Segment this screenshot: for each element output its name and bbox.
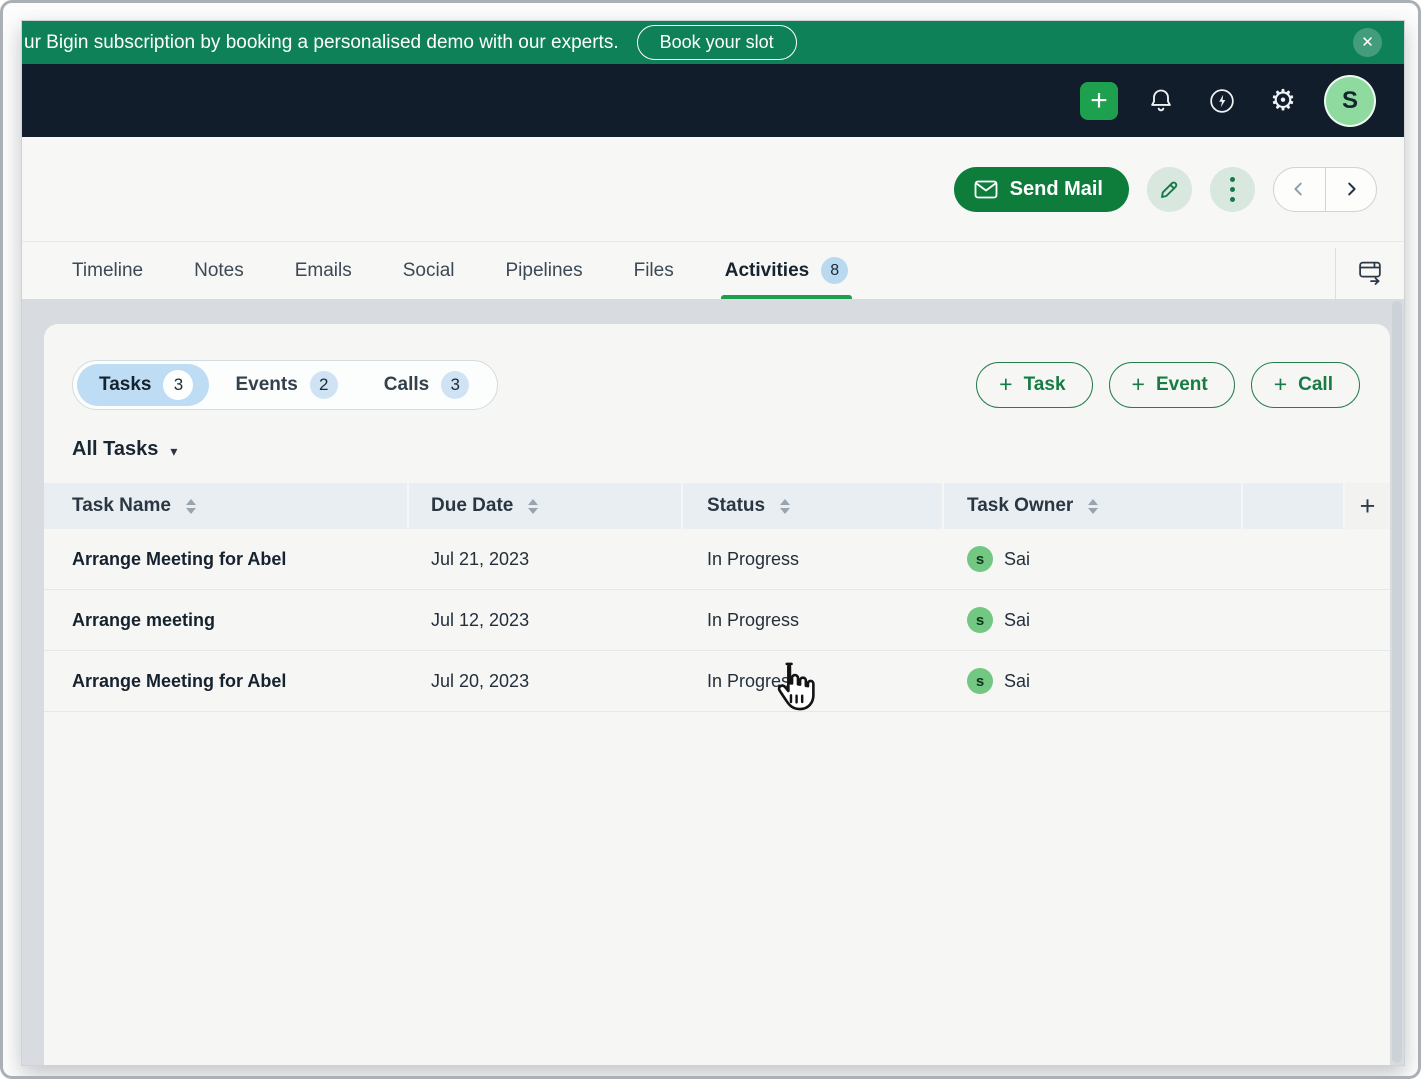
tab-files[interactable]: Files xyxy=(634,242,674,299)
more-actions-button[interactable] xyxy=(1210,166,1255,212)
tasks-count-badge: 3 xyxy=(163,370,194,400)
owner-avatar: s xyxy=(967,668,993,694)
segment-tasks[interactable]: Tasks 3 xyxy=(77,364,210,406)
table-row[interactable]: Arrange Meeting for Abel Jul 21, 2023 In… xyxy=(44,529,1390,590)
send-mail-button[interactable]: Send Mail xyxy=(953,166,1129,212)
next-record-button[interactable] xyxy=(1326,168,1377,211)
add-call-button[interactable]: + Call xyxy=(1250,362,1360,408)
task-view-dropdown[interactable]: All Tasks ▾ xyxy=(72,438,177,461)
task-owner-cell: s Sai xyxy=(944,590,1241,650)
task-owner-cell: s Sai xyxy=(944,651,1241,711)
record-pager xyxy=(1273,166,1377,212)
task-name-cell[interactable]: Arrange Meeting for Abel xyxy=(44,651,407,711)
sort-icon[interactable] xyxy=(780,498,791,514)
due-date-cell: Jul 21, 2023 xyxy=(431,548,530,569)
automation-button[interactable] xyxy=(1204,83,1240,119)
add-column-button[interactable]: + xyxy=(1345,483,1390,529)
pencil-icon xyxy=(1160,181,1177,198)
table-row[interactable]: Arrange meeting Jul 12, 2023 In Progress… xyxy=(44,590,1390,651)
caret-down-icon: ▾ xyxy=(170,442,178,459)
vertical-scrollbar[interactable] xyxy=(1392,301,1402,1063)
promo-banner-text: ur Bigin subscription by booking a perso… xyxy=(24,31,619,53)
promo-banner: ur Bigin subscription by booking a perso… xyxy=(22,21,1404,64)
settings-button[interactable]: ⚙ xyxy=(1265,83,1301,119)
table-header-row: Task Name Due Date Status Task Owner + xyxy=(44,483,1390,529)
tab-social[interactable]: Social xyxy=(403,242,455,299)
app-window: ur Bigin subscription by booking a perso… xyxy=(21,20,1405,1066)
book-your-slot-button[interactable]: Book your slot xyxy=(636,25,797,60)
screenshot-frame: ur Bigin subscription by booking a perso… xyxy=(0,0,1421,1079)
tab-pipelines[interactable]: Pipelines xyxy=(506,242,583,299)
open-in-window-button[interactable] xyxy=(1357,259,1384,289)
record-toolbar: Send Mail xyxy=(22,137,1404,241)
plus-icon: + xyxy=(999,370,1013,397)
owner-name: Sai xyxy=(1004,670,1031,691)
plus-icon: + xyxy=(1359,490,1376,521)
top-navbar: + ⚙ S xyxy=(22,64,1404,137)
task-name-cell[interactable]: Arrange Meeting for Abel xyxy=(44,529,407,589)
previous-record-button[interactable] xyxy=(1274,167,1326,211)
send-mail-label: Send Mail xyxy=(1009,177,1103,200)
banner-close-button[interactable]: ✕ xyxy=(1353,28,1382,57)
task-name-cell[interactable]: Arrange meeting xyxy=(44,590,407,650)
bell-icon xyxy=(1151,89,1171,111)
popout-window-icon xyxy=(1358,261,1381,285)
owner-avatar: s xyxy=(967,607,993,633)
activity-type-segmented-control: Tasks 3 Events 2 Calls 3 xyxy=(72,360,499,410)
owner-name: Sai xyxy=(1004,609,1031,630)
record-tabs: Timeline Notes Emails Social Pipelines F… xyxy=(22,241,1404,299)
due-date-cell: Jul 20, 2023 xyxy=(431,670,530,691)
table-row[interactable]: Arrange Meeting for Abel Jul 20, 2023 In… xyxy=(44,651,1390,712)
column-header-task-owner[interactable]: Task Owner xyxy=(944,483,1241,529)
status-cell: In Progress xyxy=(707,609,800,630)
activities-count-badge: 8 xyxy=(821,257,849,284)
notifications-button[interactable] xyxy=(1143,83,1179,119)
plus-icon: + xyxy=(1273,370,1288,397)
kebab-menu-icon xyxy=(1230,176,1235,202)
close-icon: ✕ xyxy=(1361,34,1374,51)
sort-icon[interactable] xyxy=(1088,498,1099,514)
segment-calls[interactable]: Calls 3 xyxy=(358,364,489,406)
add-activity-buttons: + Task + Event + Call xyxy=(976,362,1360,408)
sort-icon[interactable] xyxy=(528,498,539,514)
activities-panel: Tasks 3 Events 2 Calls 3 + Task + Event … xyxy=(22,299,1404,1065)
calls-count-badge: 3 xyxy=(441,371,470,399)
tab-list: Timeline Notes Emails Social Pipelines F… xyxy=(22,242,853,299)
column-header-status[interactable]: Status xyxy=(683,483,942,529)
plus-icon: + xyxy=(1090,83,1108,117)
quick-add-button[interactable]: + xyxy=(1080,81,1118,120)
plus-icon: + xyxy=(1131,370,1145,397)
add-event-button[interactable]: + Event xyxy=(1108,362,1235,408)
chevron-left-icon xyxy=(1294,182,1303,196)
activities-card: Tasks 3 Events 2 Calls 3 + Task + Event … xyxy=(44,324,1390,1065)
bolt-circle-icon xyxy=(1210,88,1234,113)
tab-activities[interactable]: Activities 8 xyxy=(720,242,853,299)
edit-button[interactable] xyxy=(1147,166,1192,212)
add-task-button[interactable]: + Task xyxy=(976,362,1093,408)
column-header-task-name[interactable]: Task Name xyxy=(44,483,407,529)
events-count-badge: 2 xyxy=(309,371,338,399)
avatar-initial: S xyxy=(1341,86,1358,114)
gear-icon: ⚙ xyxy=(1270,85,1296,117)
tab-timeline[interactable]: Timeline xyxy=(72,242,143,299)
segment-events[interactable]: Events 2 xyxy=(209,364,357,406)
chevron-right-icon xyxy=(1347,182,1356,196)
column-header-empty xyxy=(1243,483,1343,529)
tab-emails[interactable]: Emails xyxy=(295,242,352,299)
due-date-cell: Jul 12, 2023 xyxy=(431,609,530,630)
owner-name: Sai xyxy=(1004,548,1031,569)
task-owner-cell: s Sai xyxy=(944,529,1241,589)
user-avatar[interactable]: S xyxy=(1324,74,1376,127)
tabs-right-section xyxy=(1335,248,1404,299)
status-cell: In Progress xyxy=(707,670,800,691)
column-header-due-date[interactable]: Due Date xyxy=(409,483,681,529)
tasks-table: Task Name Due Date Status Task Owner + A… xyxy=(44,483,1390,712)
status-cell: In Progress xyxy=(707,548,800,569)
tab-notes[interactable]: Notes xyxy=(194,242,244,299)
envelope-icon xyxy=(974,180,998,198)
sort-icon[interactable] xyxy=(185,498,196,514)
owner-avatar: s xyxy=(967,546,993,572)
